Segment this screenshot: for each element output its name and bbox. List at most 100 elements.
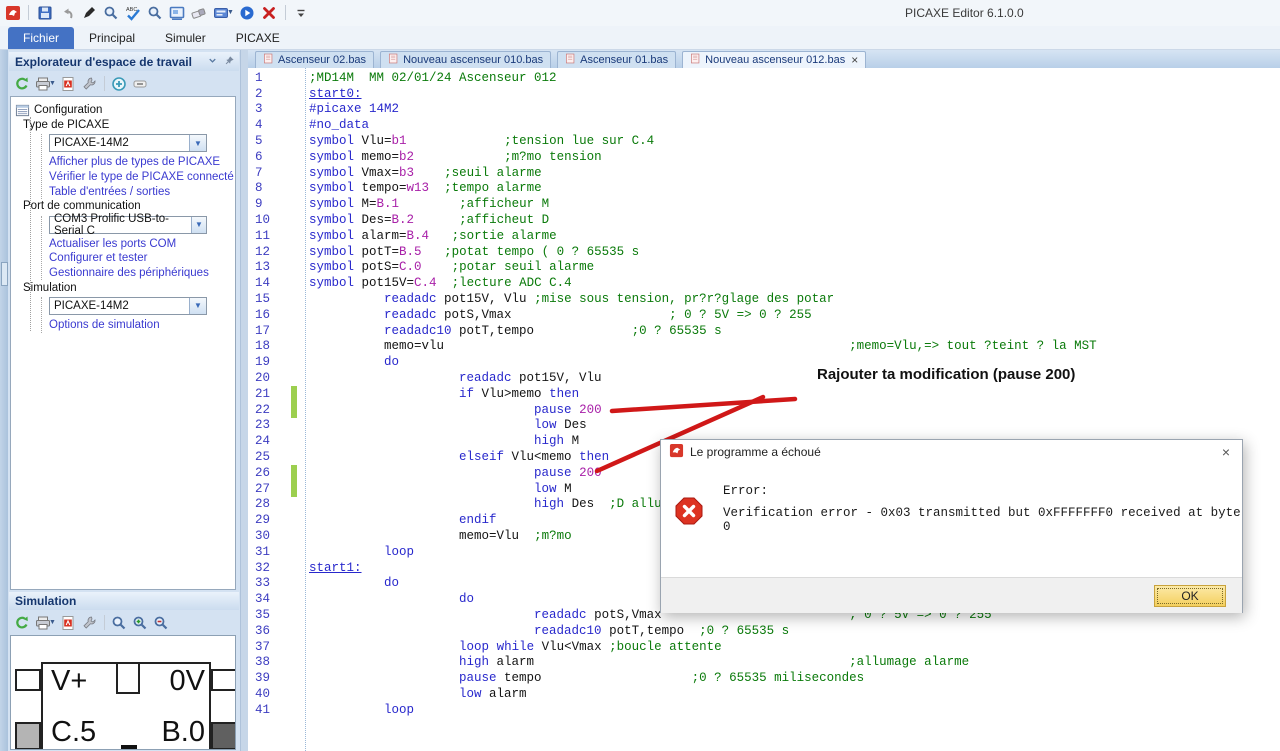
code-text[interactable]: low Des (297, 418, 587, 432)
code-text[interactable]: readadc pot15V, Vlu ;mise sous tension, … (297, 292, 834, 306)
ribbon-tab-picaxe[interactable]: PICAXE (221, 27, 295, 49)
dropdown-select[interactable]: PICAXE-14M2 ▼ (49, 134, 207, 153)
ribbon-tab-principal[interactable]: Principal (74, 27, 150, 49)
code-text[interactable]: symbol Vmax=b3 ;seuil alarme (297, 166, 542, 180)
code-text[interactable]: symbol alarm=B.4 ;sortie alarme (297, 229, 557, 243)
edge-grip[interactable] (1, 262, 8, 286)
code-text[interactable]: symbol pot15V=C.4 ;lecture ADC C.4 (297, 276, 572, 290)
memory-card-dropdown-icon[interactable]: ▼ (227, 9, 234, 16)
code-text[interactable]: symbol memo=b2 ;m?mo tension (297, 150, 602, 164)
pdf-icon[interactable] (60, 614, 77, 631)
code-text[interactable]: symbol Vlu=b1 ;tension lue sur C.4 (297, 134, 654, 148)
editor-tab[interactable]: Nouveau ascenseur 010.bas (380, 51, 552, 68)
pin-icon[interactable] (224, 53, 235, 71)
code-text[interactable]: pause 200 (297, 403, 602, 417)
code-text[interactable]: symbol potT=B.5 ;potat tempo ( 0 ? 65535… (297, 245, 639, 259)
code-text[interactable]: #no_data (297, 118, 369, 132)
refresh-icon[interactable] (13, 75, 30, 92)
pin-c5[interactable] (15, 722, 41, 749)
code-text[interactable]: high alarm ;allumage alarme (297, 655, 969, 669)
code-text[interactable]: memo=vlu ;memo=Vlu,=> tout ?teint ? la M… (297, 339, 1097, 353)
pin-vplus[interactable] (15, 669, 41, 691)
editor-tab[interactable]: Ascenseur 02.bas (255, 51, 375, 68)
panel-splitter[interactable] (240, 50, 248, 751)
dropdown-select[interactable]: COM3 Prolific USB-to-Serial C ▼ (49, 213, 207, 237)
tree-link[interactable]: Gestionnaire des périphériques (49, 266, 235, 281)
wrench-icon[interactable] (81, 75, 98, 92)
editor-tab[interactable]: Nouveau ascenseur 012.bas × (682, 51, 867, 68)
code-text[interactable]: if Vlu>memo then (297, 387, 579, 401)
more-icon[interactable] (293, 4, 310, 21)
tree-link[interactable]: Vérifier le type de PICAXE connecté (49, 170, 235, 185)
code-text[interactable]: loop (297, 703, 414, 717)
dropdown-select[interactable]: PICAXE-14M2 ▼ (49, 296, 207, 315)
tree-link[interactable]: Afficher plus de types de PICAXE (49, 155, 235, 170)
pdf-icon[interactable] (60, 75, 77, 92)
ok-button[interactable]: OK (1154, 584, 1226, 607)
code-text[interactable]: symbol tempo=w13 ;tempo alarme (297, 181, 542, 195)
code-text[interactable]: readadc10 potT,tempo ;0 ? 65535 s (297, 324, 722, 338)
code-text[interactable]: symbol M=B.1 ;afficheur M (297, 197, 549, 211)
tree-link[interactable]: Actualiser les ports COM (49, 237, 235, 252)
printer-dropdown-icon[interactable]: ▼ (49, 80, 56, 87)
code-text[interactable]: loop while Vlu<Vmax ;boucle attente (297, 640, 722, 654)
code-text[interactable]: low alarm (297, 687, 527, 701)
pen-icon[interactable] (80, 4, 97, 21)
wrench-icon[interactable] (81, 614, 98, 631)
code-text[interactable]: ;MD14M MM 02/01/24 Ascenseur 012 (297, 71, 557, 85)
plus-icon[interactable] (111, 75, 128, 92)
zoom-icon[interactable] (146, 4, 163, 21)
code-text[interactable]: high M (297, 434, 579, 448)
zoom-out-icon[interactable] (153, 614, 170, 631)
code-text[interactable]: loop (297, 545, 414, 559)
pin-0v[interactable] (211, 669, 235, 691)
code-text[interactable]: start0: (297, 87, 362, 101)
tab-close-icon[interactable]: × (851, 53, 858, 67)
printer-dropdown-icon[interactable]: ▼ (49, 619, 56, 626)
code-text[interactable]: do (297, 355, 399, 369)
tree-item-configuration[interactable]: Configuration (11, 103, 235, 118)
code-text[interactable]: do (297, 592, 474, 606)
code-text[interactable]: start1: (297, 561, 362, 575)
eraser-icon[interactable] (190, 4, 207, 21)
pin-b0[interactable] (211, 722, 235, 749)
chevron-down-icon[interactable] (207, 53, 218, 71)
tree-link[interactable]: Table d'entrées / sorties (49, 184, 235, 199)
save-icon[interactable] (36, 4, 53, 21)
dialog-close-icon[interactable]: × (1218, 444, 1234, 460)
code-text[interactable]: low M (297, 482, 572, 496)
code-text[interactable]: endif (297, 513, 497, 527)
ribbon-tab-simuler[interactable]: Simuler (150, 27, 221, 49)
run-icon[interactable] (239, 4, 256, 21)
code-text[interactable]: symbol Des=B.2 ;afficheut D (297, 213, 549, 227)
undo-icon[interactable] (58, 4, 75, 21)
code-text[interactable]: readadc10 potT,tempo ;0 ? 65535 s (297, 624, 789, 638)
screen-icon[interactable] (168, 4, 185, 21)
zoom-icon[interactable] (111, 614, 128, 631)
dropdown-arrow-icon[interactable]: ▼ (190, 216, 206, 233)
zoom-in-icon[interactable] (132, 614, 149, 631)
editor-tab[interactable]: Ascenseur 01.bas (557, 51, 677, 68)
code-text[interactable]: readadc pot15V, Vlu (297, 371, 602, 385)
dropdown-arrow-icon[interactable]: ▼ (189, 297, 206, 314)
code-text[interactable]: elseif Vlu<memo then (297, 450, 609, 464)
code-text[interactable]: high Des ;D allu (297, 497, 662, 511)
minus-icon[interactable] (132, 75, 149, 92)
tree-link[interactable]: Configurer et tester (49, 251, 235, 266)
code-text[interactable]: memo=Vlu ;m?mo (297, 529, 579, 543)
stop-icon[interactable] (261, 4, 278, 21)
code-text[interactable]: readadc potS,Vmax ; 0 ? 5V => 0 ? 255 (297, 308, 812, 322)
code-text[interactable]: pause 200 (297, 466, 602, 480)
code-area[interactable]: 1 ;MD14M MM 02/01/24 Ascenseur 012 2 start0… (248, 68, 1280, 751)
code-text[interactable]: pause tempo ;0 ? 65535 milisecondes (297, 671, 864, 685)
code-text[interactable]: do (297, 576, 399, 590)
ribbon-tab-fichier[interactable]: Fichier (8, 27, 75, 49)
picaxe-logo-icon[interactable] (4, 4, 21, 21)
tree-link[interactable]: Options de simulation (49, 318, 235, 333)
refresh-icon[interactable] (13, 614, 30, 631)
zoom-icon[interactable] (102, 4, 119, 21)
dropdown-arrow-icon[interactable]: ▼ (189, 135, 206, 152)
code-text[interactable]: #picaxe 14M2 (297, 102, 399, 116)
code-text[interactable]: symbol potS=C.0 ;potar seuil alarme (297, 260, 594, 274)
spellcheck-icon[interactable]: ABC (124, 4, 141, 21)
